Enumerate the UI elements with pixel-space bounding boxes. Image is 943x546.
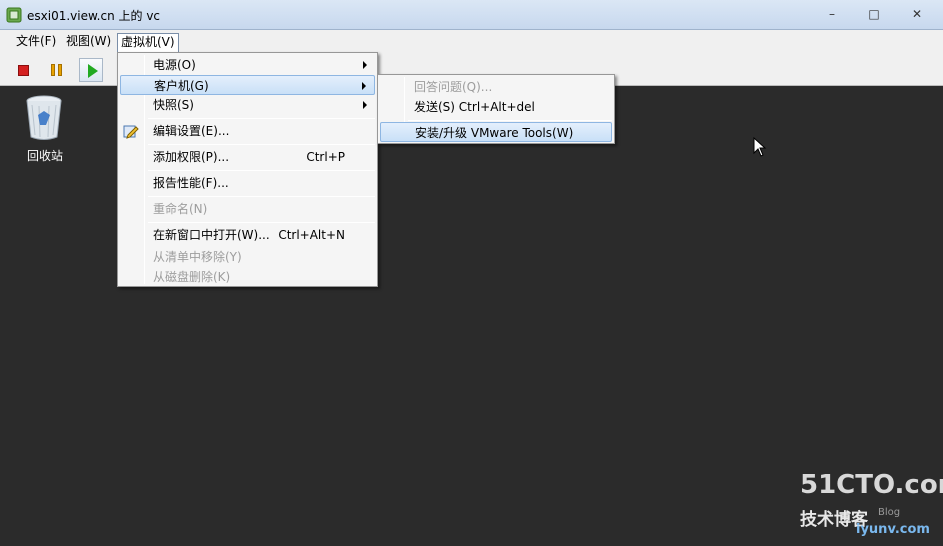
window-title: esxi01.view.cn 上的 vc	[27, 9, 161, 23]
menu-item-add-permission[interactable]: 添加权限(P)... Ctrl+P	[120, 147, 375, 167]
minimize-button[interactable]: –	[820, 5, 844, 23]
vsphere-app-icon	[6, 7, 22, 23]
menu-item-open-new-window[interactable]: 在新窗口中打开(W)... Ctrl+Alt+N	[120, 225, 375, 245]
guest-submenu: 回答问题(Q)... 发送(S) Ctrl+Alt+del 安装/升级 VMwa…	[377, 74, 615, 144]
menu-item-guest[interactable]: 客户机(G)	[120, 75, 375, 95]
play-icon	[88, 64, 98, 78]
menu-item-report-performance[interactable]: 报告性能(F)...	[120, 173, 375, 193]
recycle-bin-label: 回收站	[26, 149, 63, 163]
watermark-51cto: 51CTO.com	[800, 470, 943, 500]
recycle-bin-icon[interactable]	[23, 95, 65, 141]
menu-item-remove-from-inventory: 从清单中移除(Y)	[153, 250, 242, 264]
menu-item-delete-from-disk: 从磁盘删除(K)	[153, 270, 231, 284]
submenu-arrow-icon	[363, 61, 367, 69]
title-bar: esxi01.view.cn 上的 vc – □ ✕	[0, 0, 943, 30]
menu-view[interactable]: 视图(W)	[63, 33, 114, 52]
suspend-button[interactable]	[45, 58, 69, 82]
menu-item-edit-settings[interactable]: 编辑设置(E)...	[120, 121, 375, 141]
menu-item-install-vmware-tools[interactable]: 安装/升级 VMware Tools(W)	[380, 122, 612, 142]
maximize-button[interactable]: □	[862, 5, 886, 23]
vm-menu: 电源(O) 客户机(G) 快照(S) 编辑设置(E)... 添加权限(P)...…	[117, 52, 378, 287]
mouse-cursor-icon	[753, 137, 767, 157]
menu-item-answer-question: 回答问题(Q)...	[414, 80, 493, 94]
menu-item-power[interactable]: 电源(O)	[120, 55, 375, 75]
menu-vm[interactable]: 虚拟机(V)	[117, 33, 179, 52]
submenu-arrow-icon	[362, 82, 366, 90]
close-button[interactable]: ✕	[905, 5, 929, 23]
watermark-blog: Blog	[878, 507, 901, 518]
power-off-button[interactable]	[12, 58, 36, 82]
menu-file[interactable]: 文件(F)	[13, 33, 59, 52]
power-on-button[interactable]	[79, 58, 103, 82]
menu-item-send-ctrl-alt-del[interactable]: 发送(S) Ctrl+Alt+del	[380, 97, 612, 117]
edit-settings-icon	[123, 125, 139, 139]
menu-item-rename: 重命名(N)	[153, 202, 208, 216]
menu-bar: 文件(F) 视图(W) 虚拟机(V)	[0, 30, 943, 54]
menu-item-snapshot[interactable]: 快照(S)	[120, 95, 375, 115]
watermark-url: iyunv.com	[856, 522, 930, 537]
submenu-arrow-icon	[363, 101, 367, 109]
stop-icon	[18, 65, 29, 76]
